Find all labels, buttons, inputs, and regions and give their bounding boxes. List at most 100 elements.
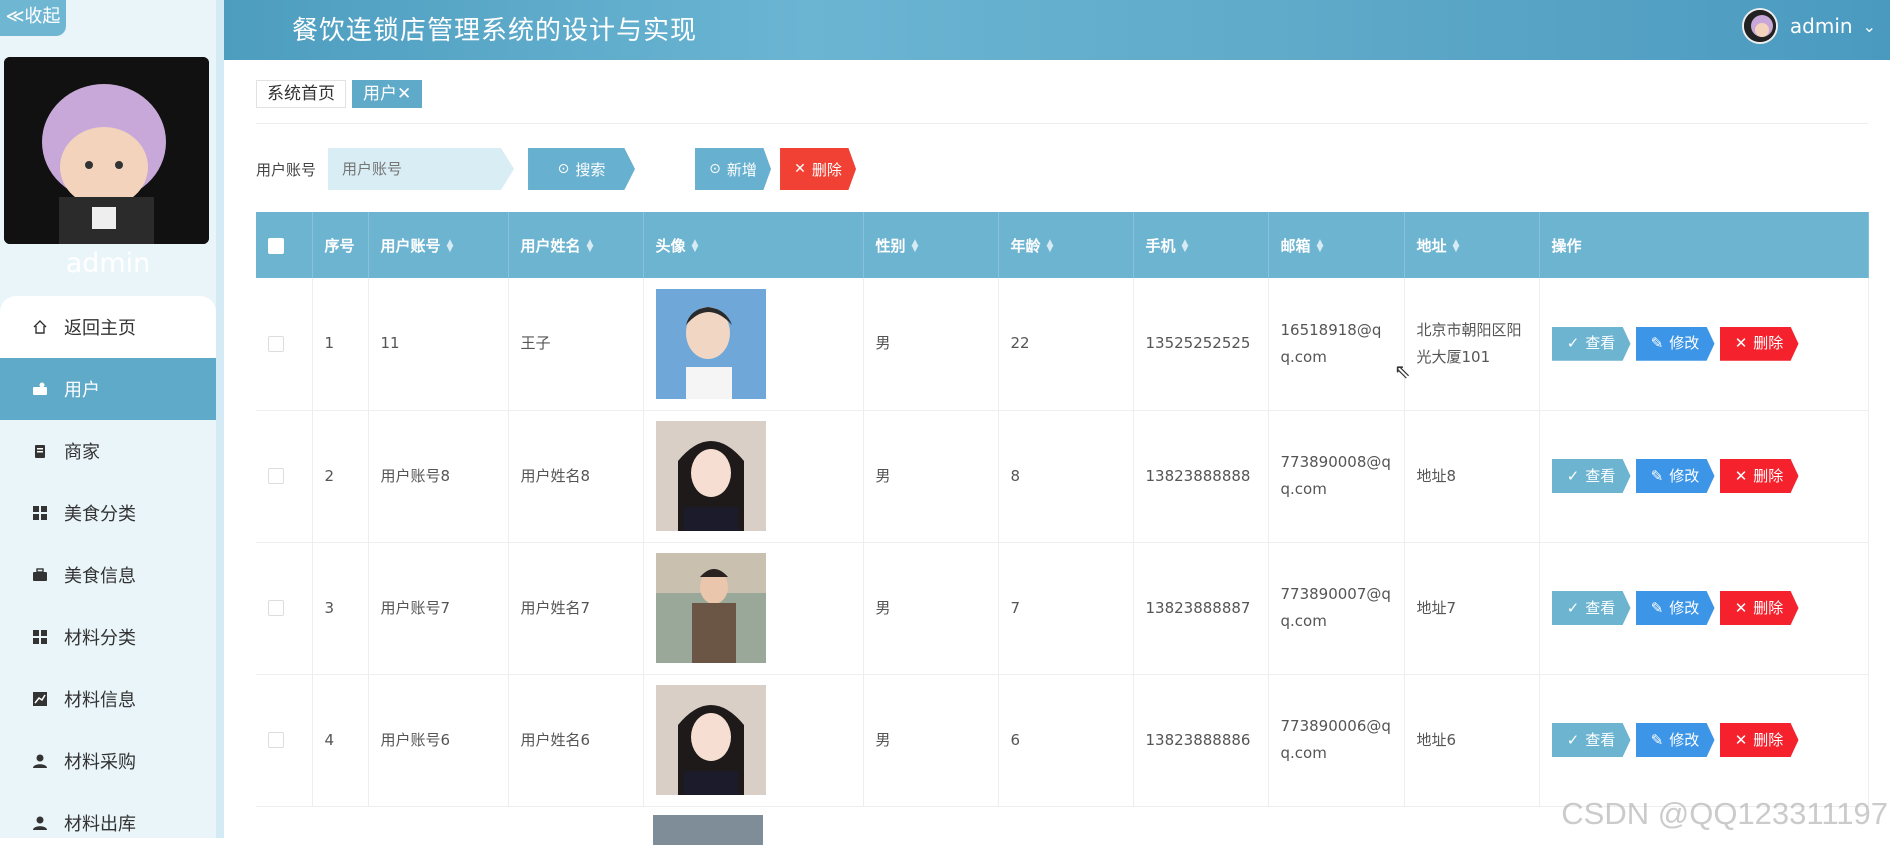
row-checkbox[interactable] [268,732,284,748]
sort-icon: ▲▼ [912,240,919,252]
select-all-checkbox[interactable] [268,238,284,254]
delete-button-label: 删除 [1753,595,1783,622]
sidebar-item-food-category[interactable]: 美食分类 [0,482,216,544]
user-photo [653,815,763,845]
delete-button-label: 删除 [812,159,842,180]
cell-name: 用户姓名8 [508,410,643,542]
sort-icon: ▲▼ [587,240,594,252]
user-avatar [1742,8,1778,44]
row-checkbox[interactable] [268,468,284,484]
cell-address: 地址8 [1404,410,1539,542]
cell-age: 7 [998,542,1133,674]
col-header-label: 邮箱 [1281,237,1311,255]
col-header-avatar[interactable]: 头像▲▼ [643,212,863,278]
sidebar-item-food-info[interactable]: 美食信息 [0,544,216,606]
mouse-cursor-icon: ⇖ [1394,359,1411,383]
delete-button[interactable]: ✕删除 [1720,459,1799,493]
collapse-button[interactable]: ≪收起 [0,0,66,36]
col-header-account[interactable]: 用户账号▲▼ [368,212,508,278]
close-icon: ✕ [1735,727,1748,754]
sidebar-item-material-info[interactable]: 材料信息 [0,668,216,730]
users-table: 序号 用户账号▲▼ 用户姓名▲▼ 头像▲▼ 性别▲▼ 年龄▲▼ 手机▲▼ 邮箱▲… [256,212,1868,807]
edit-button-label: 修改 [1669,463,1699,490]
tab-home[interactable]: 系统首页 [256,80,346,108]
sidebar-avatar [4,57,209,244]
sort-icon: ▲▼ [1453,240,1460,252]
sidebar-item-material-category[interactable]: 材料分类 [0,606,216,668]
row-checkbox[interactable] [268,600,284,616]
col-header-label: 头像 [656,237,686,255]
col-header-label: 性别 [876,237,906,255]
edit-button-label: 修改 [1669,595,1699,622]
delete-button[interactable]: ✕删除 [1720,591,1799,625]
col-header-label: 用户姓名 [521,237,581,255]
top-header: 餐饮连锁店管理系统的设计与实现 admin ⌄ [224,0,1890,60]
sidebar-item-material-purchase[interactable]: 材料采购 [0,730,216,792]
cell-name: 王子 [508,278,643,410]
chevron-down-icon: ⌄ [1863,17,1876,36]
delete-button[interactable]: ✕删除 [1720,723,1799,757]
pencil-icon: ✎ [1651,727,1664,754]
breadcrumb-tabs: 系统首页 用户✕ [256,80,422,110]
divider [256,123,1868,124]
sort-icon: ▲▼ [447,240,454,252]
edit-button[interactable]: ✎修改 [1636,459,1715,493]
cell-gender: 男 [863,542,998,674]
grid-icon [32,505,48,521]
delete-button[interactable]: ✕删除 [1720,327,1799,361]
edit-button[interactable]: ✎修改 [1636,723,1715,757]
user-photo [656,421,766,531]
clipboard-icon [32,443,48,459]
cell-actions: ✓查看 ✎修改 ✕删除 [1539,410,1868,542]
cell-avatar [643,542,863,674]
view-button[interactable]: ✓查看 [1552,723,1631,757]
sidebar-item-merchants[interactable]: 商家 [0,420,216,482]
cell-phone: 13823888887 [1133,542,1268,674]
chart-icon [32,691,48,707]
search-input[interactable] [328,148,514,190]
col-header-age[interactable]: 年龄▲▼ [998,212,1133,278]
cell-gender: 男 [863,410,998,542]
sidebar-item-label: 用户 [64,376,100,402]
cell-gender: 男 [863,674,998,806]
col-header-address[interactable]: 地址▲▼ [1404,212,1539,278]
cell-actions: ✓查看 ✎修改 ✕删除 [1539,674,1868,806]
user-menu[interactable]: admin ⌄ [1742,8,1876,44]
col-header-name[interactable]: 用户姓名 ▲▼ [508,212,643,278]
edit-button[interactable]: ✎修改 [1636,327,1715,361]
table-row: 1 11 王子 男 22 13525252525 16518918@qq.com… [256,278,1868,410]
tab-users[interactable]: 用户✕ [352,80,422,108]
table-row: 4 用户账号6 用户姓名6 男 6 13823888886 773890006@… [256,674,1868,806]
col-header-index: 序号 [312,212,368,278]
view-button[interactable]: ✓查看 [1552,327,1631,361]
add-button[interactable]: ⊙ 新增 [695,148,771,190]
user-photo [656,685,766,795]
col-header-gender[interactable]: 性别 ▲▼ [863,212,998,278]
cell-phone: 13823888886 [1133,674,1268,806]
search-button-label: 搜索 [575,159,605,180]
briefcase-icon [32,567,48,583]
check-icon: ✓ [1567,727,1580,754]
row-checkbox[interactable] [268,336,284,352]
watermark: CSDN @QQ123311197 [1561,796,1888,832]
pencil-icon: ✎ [1651,595,1664,622]
col-header-actions: 操作 [1539,212,1868,278]
view-button[interactable]: ✓查看 [1552,459,1631,493]
sidebar-item-material-outbound[interactable]: 材料出库 [0,792,216,838]
batch-delete-button[interactable]: ✕ 删除 [780,148,856,190]
person-icon [32,753,48,769]
search-label: 用户账号 [256,159,316,180]
add-button-label: 新增 [727,159,757,180]
edit-button[interactable]: ✎修改 [1636,591,1715,625]
user-photo [656,553,766,663]
pencil-icon: ✎ [1651,330,1664,357]
col-header-phone[interactable]: 手机▲▼ [1133,212,1268,278]
user-card-icon [32,381,48,397]
search-button[interactable]: ⊙ 搜索 [528,148,635,190]
col-header-email[interactable]: 邮箱▲▼ [1268,212,1404,278]
sidebar-item-home[interactable]: 返回主页 [0,296,216,358]
cell-email: 773890006@qq.com [1268,674,1404,806]
view-button[interactable]: ✓查看 [1552,591,1631,625]
cell-avatar [643,410,863,542]
sidebar-item-users[interactable]: 用户 [0,358,216,420]
